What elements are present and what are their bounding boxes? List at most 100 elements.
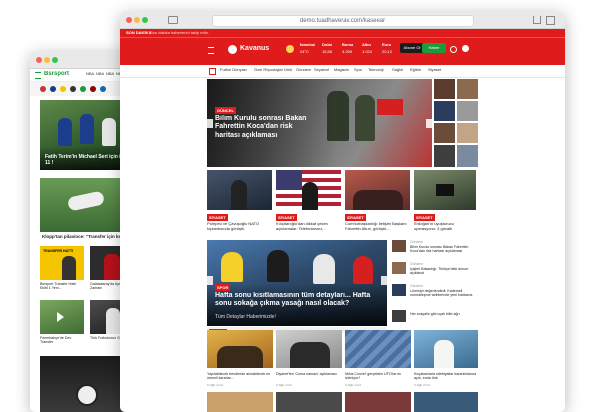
feature-badge: SPOR — [215, 284, 231, 291]
bottom-card-title[interactable]: Koçakarılarla edebiyatlar karanlıklarına… — [414, 372, 478, 381]
bottom-card[interactable] — [414, 330, 478, 368]
news-card[interactable] — [345, 170, 410, 210]
card-title[interactable]: Pompeo ve Çavuşoğlu NATO toplantısında g… — [207, 222, 271, 234]
feature-title[interactable]: Hafta sonu kısıtlamasının tüm detayları.… — [215, 292, 383, 309]
play-icon[interactable] — [57, 312, 64, 322]
nav-item[interactable]: Ünlü — [284, 68, 292, 73]
back-card3-title[interactable]: Fenerbahçe'de Dev Transfer — [40, 336, 84, 346]
nav-item[interactable]: Sağlık — [392, 68, 403, 73]
site-logo[interactable]: Kavanus — [240, 45, 269, 53]
nav-item[interactable]: Seyahat — [314, 68, 329, 73]
nav-item[interactable]: Siyaset — [428, 68, 441, 73]
ticker-value: 20,12 — [382, 50, 393, 54]
menu-icon[interactable] — [35, 72, 41, 79]
slider-prev-icon[interactable] — [207, 276, 213, 285]
thumbnail[interactable] — [434, 123, 455, 143]
news-card[interactable] — [276, 170, 341, 210]
nav-item[interactable]: Futbol Dünyası — [220, 68, 247, 73]
back-card3-image[interactable] — [40, 300, 84, 334]
nav-item[interactable]: Eğitim — [410, 68, 421, 73]
slider-prev-icon[interactable] — [207, 119, 213, 128]
list-item-title[interactable]: İçişleri Bakanlığı: Türkiye'deki durum a… — [410, 267, 478, 277]
user-icon[interactable] — [462, 45, 469, 52]
bottom-card[interactable] — [276, 330, 342, 368]
list-item-title[interactable]: Lüminipt değerlendirdi: Kademeli normall… — [410, 289, 478, 299]
list-item-thumb[interactable] — [392, 262, 406, 274]
bottom-card-title[interactable]: Yapılabilecek trendlerde alınabilecek en… — [207, 372, 273, 381]
club-logo-icon[interactable] — [60, 86, 66, 92]
back-nav-item[interactable]: NBA — [86, 72, 94, 77]
thumbnail[interactable] — [457, 145, 478, 167]
share-icon[interactable] — [533, 16, 541, 24]
site-logo-icon[interactable] — [228, 45, 237, 54]
hero-title[interactable]: Bilim Kurulu sonrası Bakan Fahrettin Koc… — [215, 115, 319, 140]
slider-next-icon[interactable] — [381, 276, 387, 285]
back-transfer-card[interactable]: TRANSFER HATTI — [40, 246, 84, 280]
club-logo-icon[interactable] — [100, 86, 106, 92]
thumbnail[interactable] — [434, 101, 455, 121]
send-news-button[interactable]: Haber Gönder — [422, 43, 446, 53]
address-bar[interactable]: demo.tuadhaverav.com/kaseear — [211, 15, 474, 27]
close-dot[interactable] — [36, 57, 42, 63]
hero-thumbnails — [434, 79, 478, 167]
subscribe-button[interactable]: Abone Ol — [400, 43, 424, 53]
bottom-card[interactable] — [207, 330, 273, 368]
list-item-title[interactable]: Bilim Kurulu sonrası Bakan Fahrettin Koc… — [410, 245, 478, 255]
bottom-card-title[interactable]: Diyanet'ten 'Cuma namazı' açıklaması — [276, 372, 342, 381]
card-title[interactable]: Cumhurbaşkanlığı İletişim Başkanı Fahret… — [345, 222, 409, 234]
minimize-dot[interactable] — [134, 17, 140, 23]
list-item-title[interactable]: Her sosyalin gibi uçak bilet ağrı — [410, 312, 478, 320]
card-title[interactable]: Erdoğan'ın uyuşturucu operasyonu: 3 göza… — [414, 222, 476, 234]
nav-item[interactable]: Magazin — [334, 68, 349, 73]
nav-item[interactable]: Özel Röportajlar — [254, 68, 283, 73]
list-item-category: Gündem — [410, 284, 424, 288]
card-title[interactable]: Kılıçdaroğlu'dan dikkat çeken açıklamala… — [276, 222, 340, 234]
player-silhouette-icon — [62, 256, 76, 280]
club-logo-icon[interactable] — [70, 86, 76, 92]
club-logo-icon[interactable] — [40, 86, 46, 92]
back-logo[interactable]: Bsrsport — [44, 71, 69, 78]
home-icon[interactable] — [209, 68, 216, 75]
back-nav-item[interactable]: NBA — [106, 72, 114, 77]
club-logo-icon[interactable] — [90, 86, 96, 92]
breaking-text[interactable]: Son dakika haberlerini takip edin. — [150, 31, 209, 36]
sidebar-toggle-icon[interactable] — [168, 16, 178, 24]
nav-item[interactable]: Teknoloji — [368, 68, 384, 73]
thumbnail[interactable] — [434, 145, 455, 167]
list-item-thumb[interactable] — [392, 284, 406, 296]
bottom-teaser[interactable] — [276, 392, 342, 412]
club-logo-icon[interactable] — [80, 86, 86, 92]
close-dot[interactable] — [126, 17, 132, 23]
bottom-teaser[interactable] — [414, 392, 478, 412]
list-item-thumb[interactable] — [392, 310, 406, 322]
bottom-card-title[interactable]: Milos Couve'i gerçekten UFO'lar mı izlen… — [345, 372, 411, 381]
slider-next-icon[interactable] — [426, 119, 432, 128]
card-badge: SİYASET — [276, 214, 297, 221]
nav-item[interactable]: Spor — [354, 68, 362, 73]
nav-item[interactable]: Gündem — [296, 68, 311, 73]
player-silhouette-icon — [102, 118, 116, 146]
bottom-teaser[interactable] — [207, 392, 273, 412]
back-nav-item[interactable]: NBA — [96, 72, 104, 77]
bottom-teaser[interactable] — [345, 392, 411, 412]
maximize-dot[interactable] — [142, 17, 148, 23]
hero-slider[interactable]: GÜNCEL Bilim Kurulu sonrası Bakan Fahret… — [207, 79, 432, 167]
search-icon[interactable] — [450, 46, 457, 53]
news-card[interactable] — [207, 170, 272, 210]
list-item-thumb[interactable] — [392, 240, 406, 252]
back-card1-title[interactable]: Bsrsport Transfer Hattı' Ekibi 1 Yeni... — [40, 282, 84, 296]
feature-slider[interactable]: SPOR Hafta sonu kısıtlamasının tüm detay… — [207, 240, 387, 326]
thumbnail[interactable] — [457, 79, 478, 99]
minimize-dot[interactable] — [44, 57, 50, 63]
thumbnail[interactable] — [457, 123, 478, 143]
back-hero-title[interactable]: Fatih Terim'in Michael Seri için ilk 11 … — [45, 154, 131, 166]
thumbnail[interactable] — [434, 79, 455, 99]
thumbnail[interactable] — [457, 101, 478, 121]
new-tab-icon[interactable] — [546, 16, 555, 25]
club-logo-icon[interactable] — [50, 86, 56, 92]
bottom-card[interactable] — [345, 330, 411, 368]
weather-icon — [286, 45, 294, 53]
news-card[interactable] — [414, 170, 476, 210]
maximize-dot[interactable] — [52, 57, 58, 63]
hamburger-menu-icon[interactable] — [208, 47, 214, 54]
